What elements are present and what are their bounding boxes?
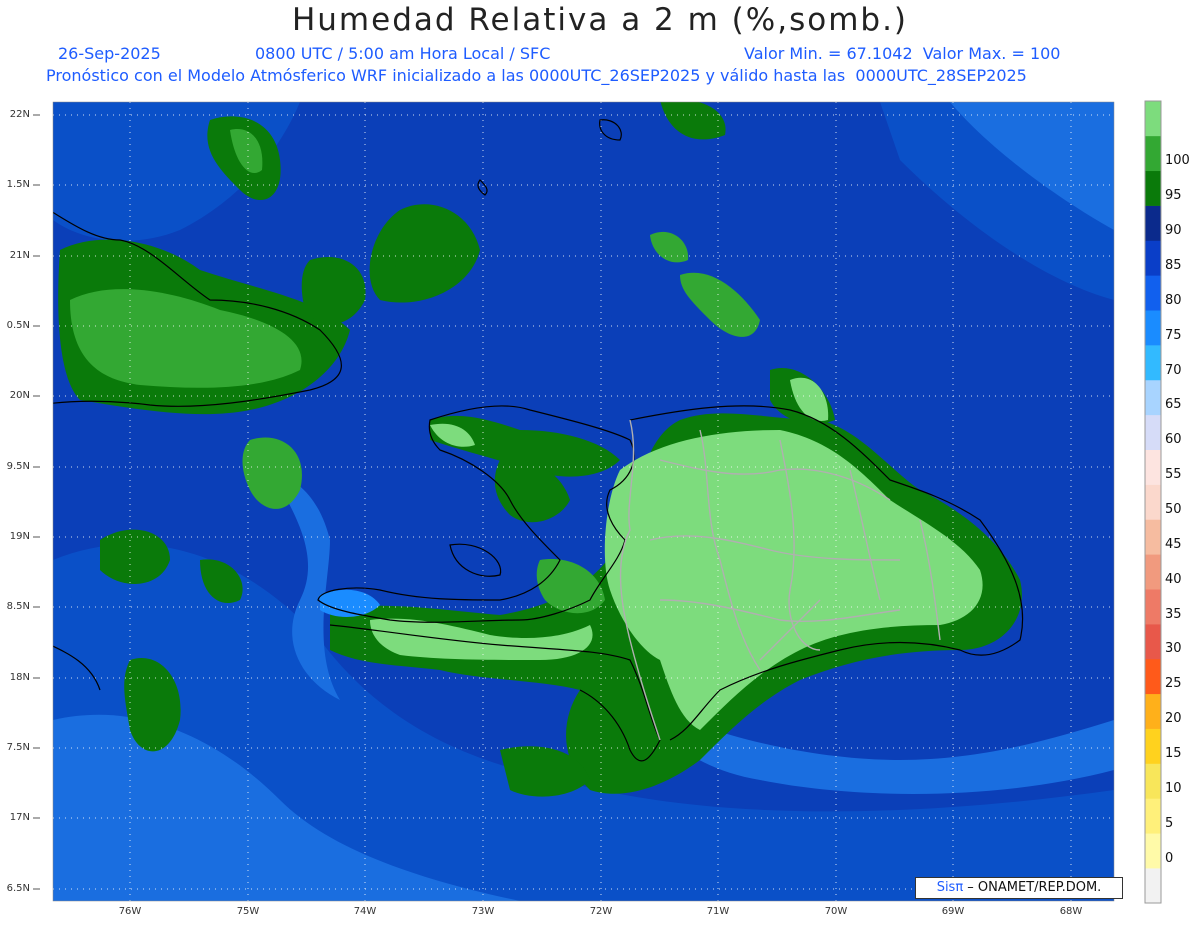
colorbar-label: 60 (1165, 432, 1182, 448)
colorbar-swatch (1145, 449, 1161, 485)
colorbar-label: 50 (1165, 502, 1182, 517)
lon-label: 74W (353, 906, 377, 917)
colorbar-swatch (1145, 484, 1161, 520)
colorbar-swatch (1145, 345, 1161, 381)
colorbar-label: 70 (1165, 362, 1182, 378)
lon-label: 70W (824, 906, 848, 917)
lat-label: 1.5N (6, 179, 30, 190)
lat-label: 17N (9, 812, 30, 823)
colorbar-label: 0 (1165, 850, 1174, 866)
colorbar-label: 80 (1165, 292, 1182, 308)
tick-marks (33, 114, 40, 890)
colorbar-swatch (1145, 101, 1161, 137)
colorbar-label: 10 (1165, 780, 1182, 796)
colorbar-swatch (1145, 310, 1161, 346)
lon-label: 72W (589, 906, 613, 917)
colorbar-swatch (1145, 170, 1161, 206)
colorbar-swatch (1145, 135, 1161, 172)
colorbar-label: 35 (1165, 606, 1182, 622)
colorbar-swatch (1145, 693, 1161, 729)
lat-label: 8.5N (6, 601, 30, 612)
colorbar-label: 15 (1165, 746, 1182, 762)
colorbar-label: 65 (1165, 397, 1182, 413)
colorbar-label: 25 (1165, 676, 1182, 692)
humidity-map (33, 100, 1162, 904)
colorbar-swatch (1145, 240, 1161, 276)
lon-label: 75W (236, 906, 260, 917)
lon-label: 69W (941, 906, 965, 917)
colorbar-label: 55 (1165, 467, 1182, 483)
colorbar-label: 40 (1165, 571, 1182, 587)
colorbar-swatch (1145, 275, 1161, 311)
colorbar-label: 75 (1165, 327, 1182, 343)
colorbar-swatch (1145, 728, 1161, 764)
colorbar-swatch (1145, 589, 1161, 625)
credit-org: – ONAMET/REP.DOM. (963, 880, 1102, 895)
colorbar-swatch (1145, 379, 1161, 416)
colorbar-label: 85 (1165, 257, 1182, 273)
colorbar-label: 45 (1165, 536, 1182, 552)
colorbar-swatch (1145, 658, 1161, 695)
lat-label: 7.5N (6, 742, 30, 753)
lat-label: 18N (9, 672, 30, 683)
lat-label: 21N (9, 250, 30, 261)
colorbar-label: 95 (1165, 188, 1182, 204)
colorbar-swatch (1145, 205, 1161, 241)
lat-label: 22N (9, 109, 30, 120)
lon-label: 76W (118, 906, 142, 917)
colorbar-swatch (1145, 414, 1161, 450)
lat-label: 0.5N (6, 320, 30, 331)
lon-label: 71W (706, 906, 730, 917)
lon-label: 68W (1059, 906, 1083, 917)
colorbar-swatch (1145, 868, 1161, 904)
colorbar-label: 100 (1165, 153, 1190, 169)
colorbar-swatch (1145, 763, 1161, 799)
lat-label: 20N (9, 390, 30, 401)
lat-label: 6.5N (6, 883, 30, 894)
lat-label: 19N (9, 531, 30, 542)
colorbar (1144, 100, 1162, 904)
colorbar-label: 20 (1165, 711, 1182, 727)
colorbar-swatch (1145, 554, 1161, 590)
colorbar-label: 30 (1165, 641, 1182, 657)
sis-logo-text: Sisπ (936, 880, 964, 895)
colorbar-swatch (1145, 519, 1161, 555)
colorbar-label: 90 (1165, 223, 1182, 239)
colorbar-label: 5 (1165, 815, 1174, 831)
credit-box: Sisπ – ONAMET/REP.DOM. (915, 877, 1123, 899)
colorbar-swatch (1145, 624, 1161, 660)
lat-label: 9.5N (6, 461, 30, 472)
lon-label: 73W (471, 906, 495, 917)
colorbar-swatch (1145, 833, 1161, 869)
colorbar-swatch (1145, 798, 1161, 834)
